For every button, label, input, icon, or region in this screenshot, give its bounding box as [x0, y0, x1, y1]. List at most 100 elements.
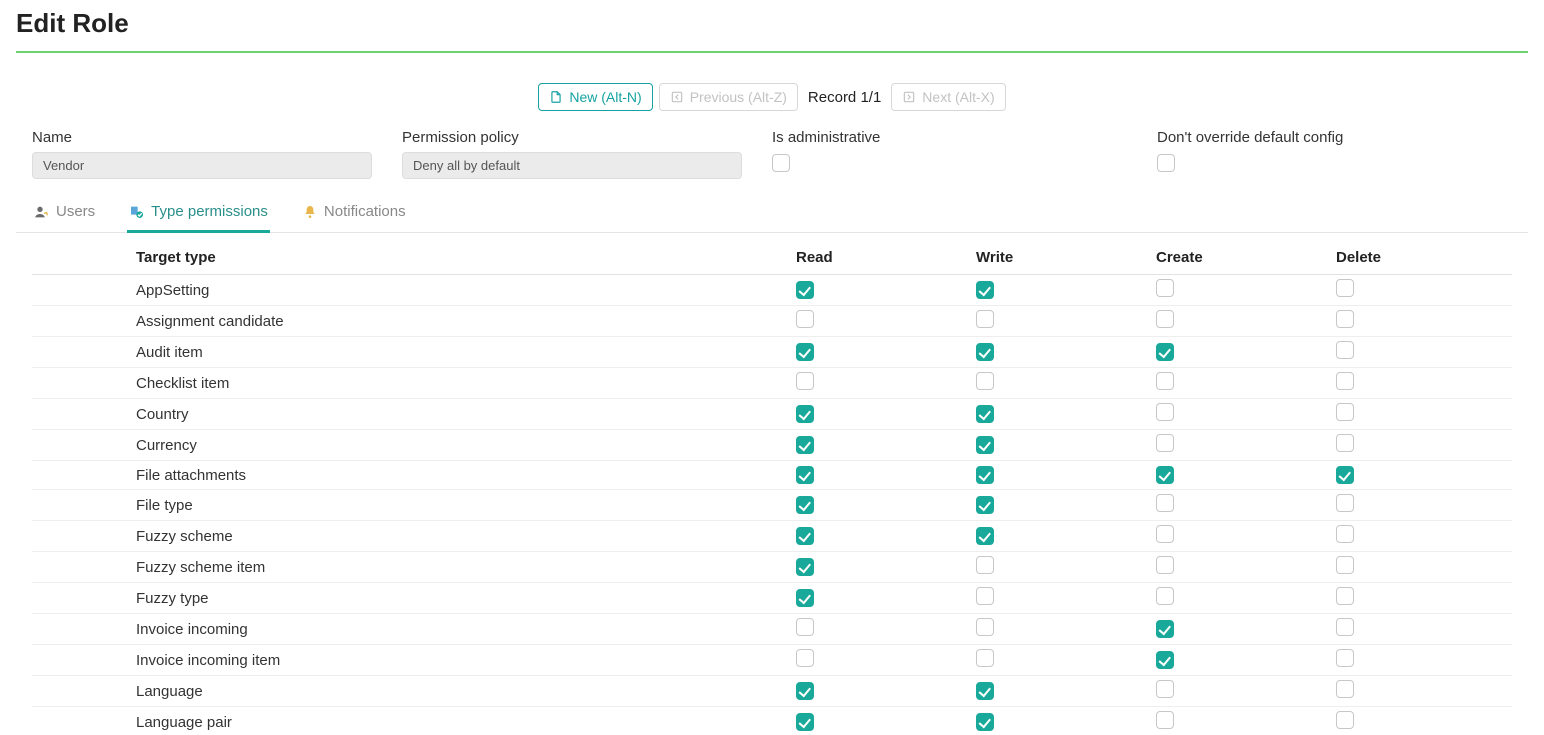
delete-checkbox[interactable]: [1336, 372, 1354, 390]
write-checkbox[interactable]: [976, 556, 994, 574]
target-type-cell[interactable]: AppSetting: [132, 275, 792, 306]
header-delete[interactable]: Delete: [1332, 241, 1512, 275]
read-checkbox[interactable]: [796, 589, 814, 607]
read-checkbox[interactable]: [796, 527, 814, 545]
write-checkbox[interactable]: [976, 496, 994, 514]
target-type-cell[interactable]: Audit item: [132, 337, 792, 368]
delete-checkbox[interactable]: [1336, 525, 1354, 543]
write-checkbox[interactable]: [976, 436, 994, 454]
target-type-cell[interactable]: Fuzzy scheme item: [132, 552, 792, 583]
create-checkbox[interactable]: [1156, 434, 1174, 452]
is-admin-checkbox[interactable]: [772, 154, 790, 172]
target-type-cell[interactable]: Invoice incoming: [132, 614, 792, 645]
dont-override-checkbox[interactable]: [1157, 154, 1175, 172]
create-checkbox[interactable]: [1156, 680, 1174, 698]
read-checkbox[interactable]: [796, 618, 814, 636]
read-checkbox[interactable]: [796, 558, 814, 576]
delete-checkbox[interactable]: [1336, 403, 1354, 421]
target-type-cell[interactable]: Country: [132, 399, 792, 430]
target-type-cell[interactable]: Invoice incoming item: [132, 645, 792, 676]
target-type-cell[interactable]: File type: [132, 490, 792, 521]
read-checkbox[interactable]: [796, 281, 814, 299]
read-checkbox[interactable]: [796, 496, 814, 514]
read-checkbox[interactable]: [796, 713, 814, 731]
policy-select[interactable]: [402, 152, 742, 179]
read-checkbox[interactable]: [796, 310, 814, 328]
delete-checkbox[interactable]: [1336, 434, 1354, 452]
delete-checkbox[interactable]: [1336, 649, 1354, 667]
delete-checkbox[interactable]: [1336, 310, 1354, 328]
tabs: Users Type permissions Notifications: [16, 195, 1528, 233]
table-row: Fuzzy scheme: [32, 521, 1512, 552]
target-type-cell[interactable]: Fuzzy scheme: [132, 521, 792, 552]
create-checkbox[interactable]: [1156, 466, 1174, 484]
delete-checkbox[interactable]: [1336, 494, 1354, 512]
write-checkbox[interactable]: [976, 682, 994, 700]
create-checkbox[interactable]: [1156, 403, 1174, 421]
delete-checkbox[interactable]: [1336, 587, 1354, 605]
read-checkbox[interactable]: [796, 466, 814, 484]
create-checkbox[interactable]: [1156, 651, 1174, 669]
delete-checkbox[interactable]: [1336, 680, 1354, 698]
write-checkbox[interactable]: [976, 649, 994, 667]
read-checkbox[interactable]: [796, 343, 814, 361]
create-checkbox[interactable]: [1156, 279, 1174, 297]
delete-checkbox[interactable]: [1336, 556, 1354, 574]
delete-checkbox[interactable]: [1336, 711, 1354, 729]
policy-field: Permission policy: [402, 129, 742, 179]
header-write[interactable]: Write: [972, 241, 1152, 275]
delete-checkbox[interactable]: [1336, 466, 1354, 484]
delete-checkbox[interactable]: [1336, 341, 1354, 359]
write-checkbox[interactable]: [976, 310, 994, 328]
create-checkbox[interactable]: [1156, 310, 1174, 328]
previous-button[interactable]: Previous (Alt-Z): [659, 83, 798, 111]
file-icon: [549, 90, 563, 104]
read-checkbox[interactable]: [796, 682, 814, 700]
header-create[interactable]: Create: [1152, 241, 1332, 275]
write-checkbox[interactable]: [976, 466, 994, 484]
delete-checkbox[interactable]: [1336, 279, 1354, 297]
target-type-cell[interactable]: File attachments: [132, 461, 792, 490]
new-button[interactable]: New (Alt-N): [538, 83, 652, 111]
create-checkbox[interactable]: [1156, 494, 1174, 512]
target-type-cell[interactable]: Language pair: [132, 707, 792, 735]
read-checkbox[interactable]: [796, 649, 814, 667]
write-checkbox[interactable]: [976, 527, 994, 545]
next-button[interactable]: Next (Alt-X): [891, 83, 1005, 111]
read-checkbox[interactable]: [796, 405, 814, 423]
target-type-cell[interactable]: Checklist item: [132, 368, 792, 399]
record-counter: Record 1/1: [808, 89, 881, 106]
tab-notifications[interactable]: Notifications: [300, 195, 408, 233]
read-checkbox[interactable]: [796, 436, 814, 454]
target-type-cell[interactable]: Currency: [132, 430, 792, 461]
tab-type-permissions[interactable]: Type permissions: [127, 195, 270, 233]
header-target[interactable]: Target type: [132, 241, 792, 275]
write-checkbox[interactable]: [976, 405, 994, 423]
create-checkbox[interactable]: [1156, 711, 1174, 729]
create-checkbox[interactable]: [1156, 620, 1174, 638]
write-checkbox[interactable]: [976, 281, 994, 299]
write-checkbox[interactable]: [976, 713, 994, 731]
create-checkbox[interactable]: [1156, 343, 1174, 361]
write-checkbox[interactable]: [976, 587, 994, 605]
create-checkbox[interactable]: [1156, 556, 1174, 574]
write-checkbox[interactable]: [976, 343, 994, 361]
header-read[interactable]: Read: [792, 241, 972, 275]
table-row: Invoice incoming item: [32, 645, 1512, 676]
target-type-cell[interactable]: Language: [132, 676, 792, 707]
delete-checkbox[interactable]: [1336, 618, 1354, 636]
write-checkbox[interactable]: [976, 618, 994, 636]
read-checkbox[interactable]: [796, 372, 814, 390]
tab-users[interactable]: Users: [32, 195, 97, 233]
record-nav-bar: New (Alt-N) Previous (Alt-Z) Record 1/1 …: [16, 83, 1528, 111]
write-checkbox[interactable]: [976, 372, 994, 390]
create-checkbox[interactable]: [1156, 525, 1174, 543]
target-type-cell[interactable]: Fuzzy type: [132, 583, 792, 614]
target-type-cell[interactable]: Assignment candidate: [132, 306, 792, 337]
create-checkbox[interactable]: [1156, 587, 1174, 605]
table-header-row: Target type Read Write Create Delete: [32, 241, 1512, 275]
create-checkbox[interactable]: [1156, 372, 1174, 390]
name-input[interactable]: [32, 152, 372, 179]
name-label: Name: [32, 129, 372, 146]
page-scroll[interactable]: Edit Role New (Alt-N) Previous (Alt-Z) R…: [0, 0, 1544, 735]
